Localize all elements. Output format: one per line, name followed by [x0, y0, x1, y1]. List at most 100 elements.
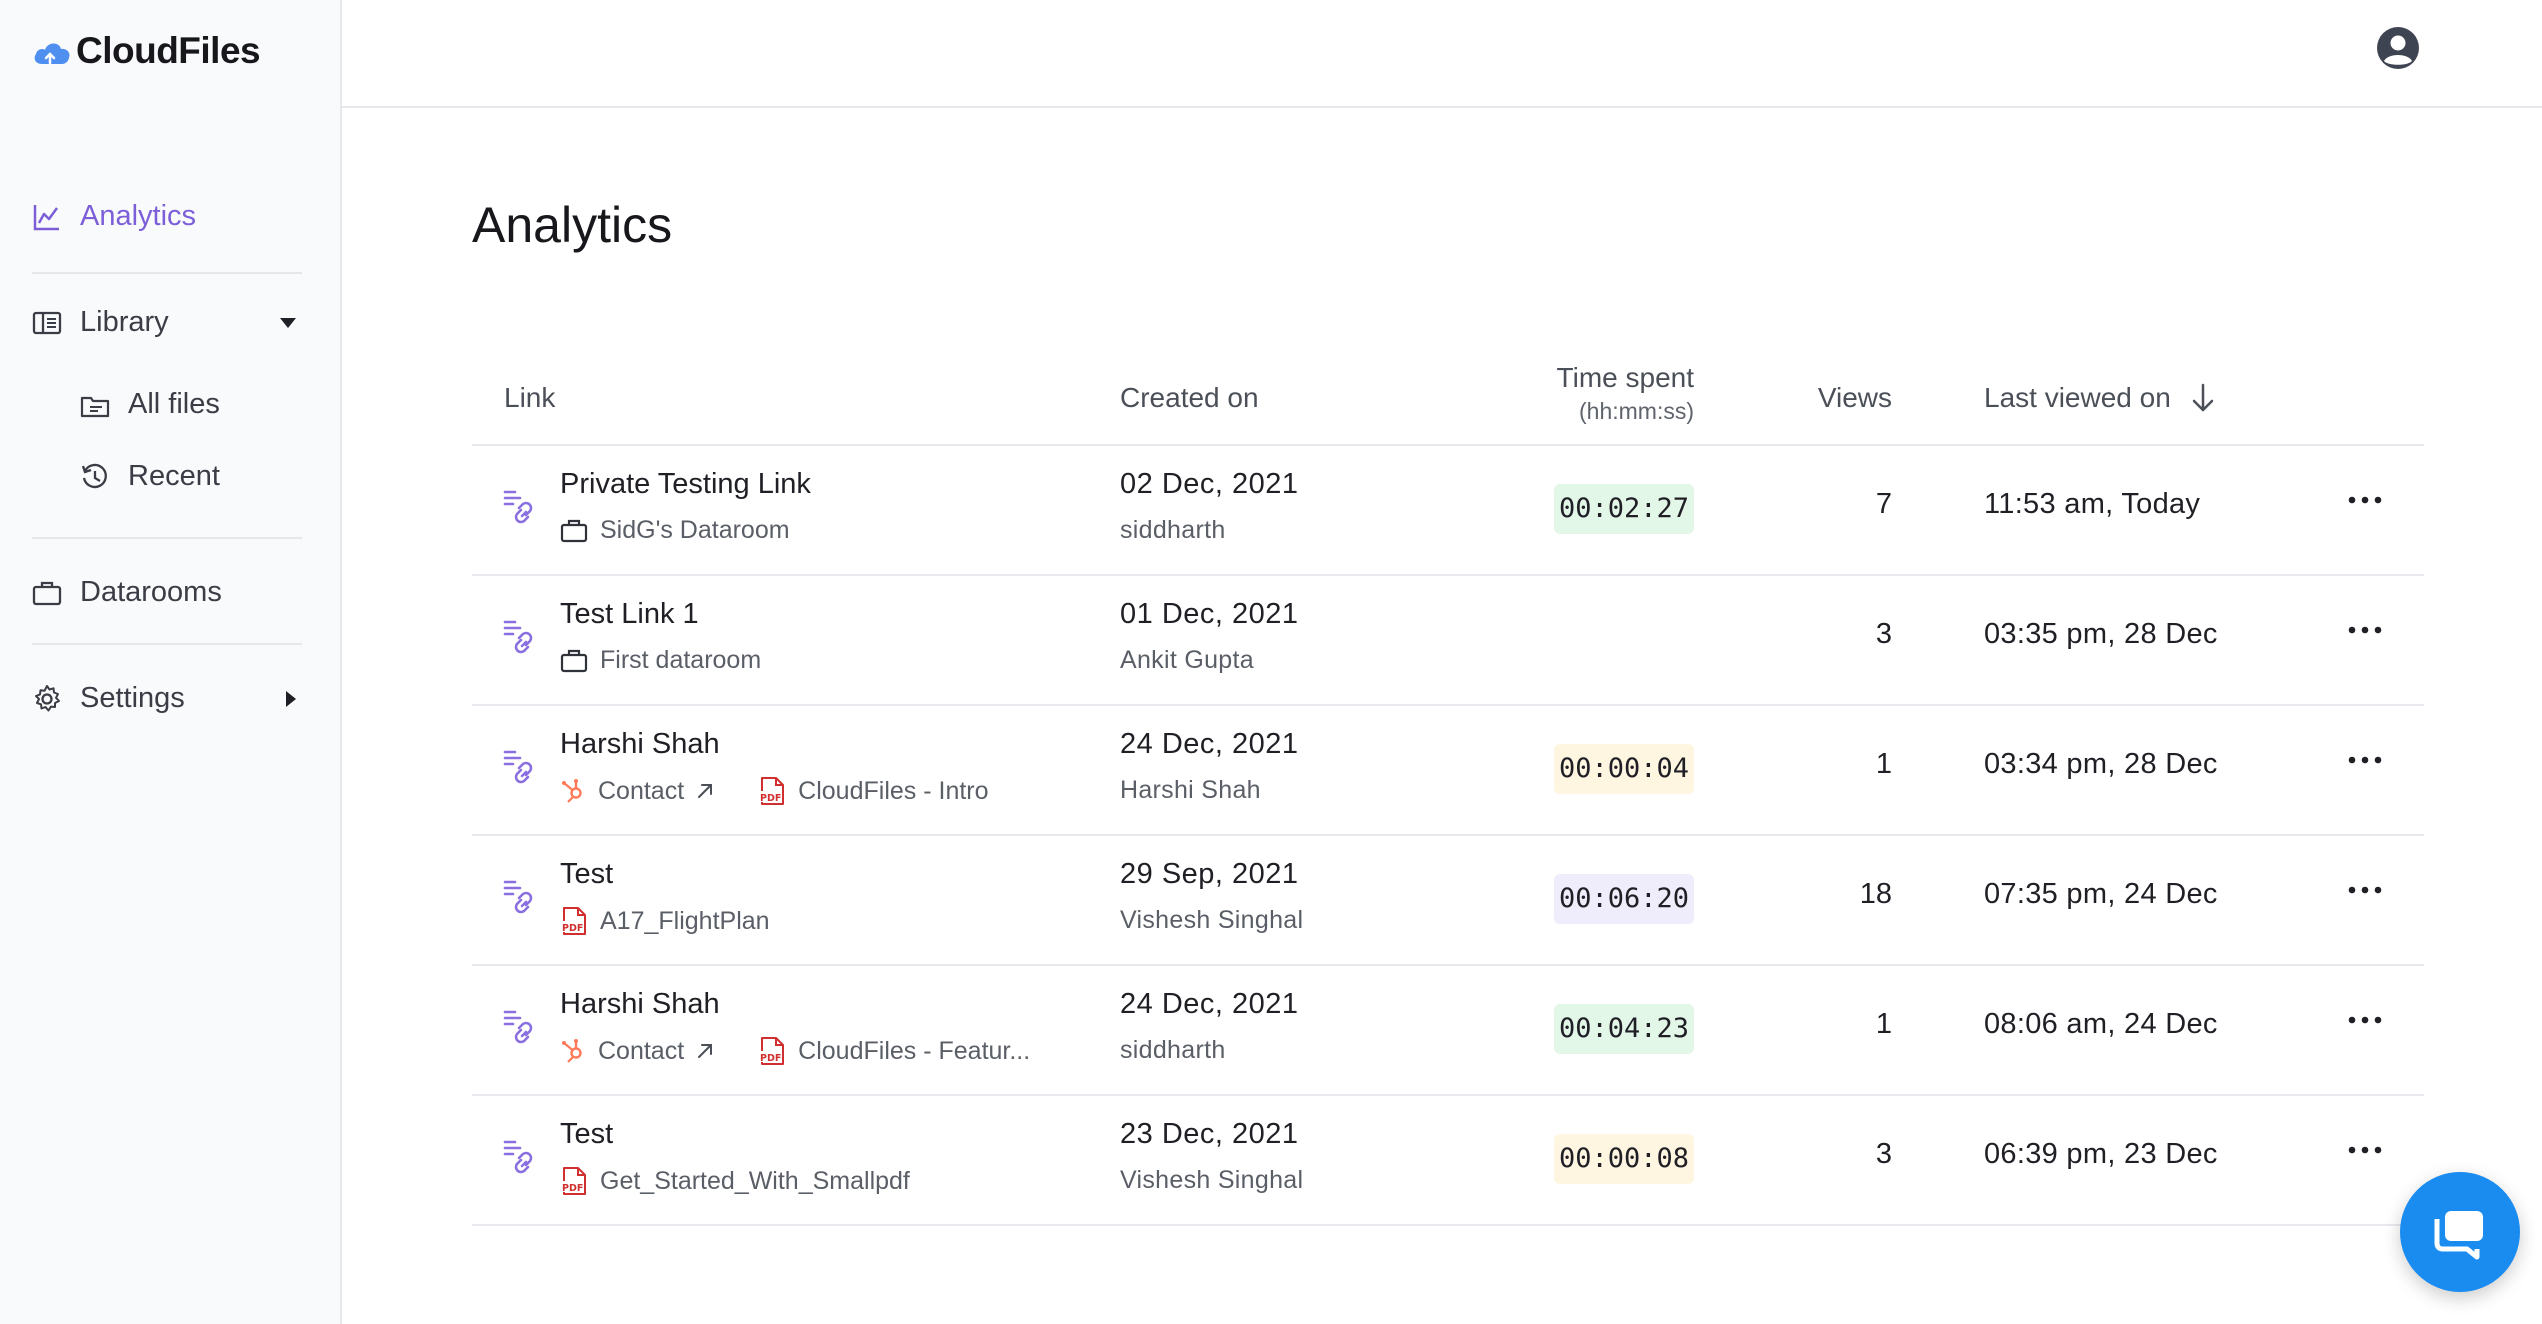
link-icon	[502, 1008, 542, 1053]
row-source[interactable]: Contact	[560, 1037, 714, 1066]
sidebar-item-datarooms[interactable]: Datarooms	[32, 576, 222, 609]
more-options-icon[interactable]	[2348, 622, 2382, 640]
created-by: siddharth	[1120, 1036, 1226, 1064]
row-file[interactable]: PDF CloudFiles - Featur...	[758, 1036, 1030, 1066]
caret-right-icon[interactable]	[284, 689, 298, 709]
table-row[interactable]: Test PDF A17_FlightPlan 29 Sep, 2021 Vishesh…	[472, 836, 2424, 966]
row-source[interactable]: SidG's Dataroom	[560, 516, 790, 545]
header-time-spent-unit: (hh:mm:ss)	[1579, 398, 1694, 424]
sidebar-item-library[interactable]: Library	[32, 306, 298, 339]
row-source-label: Contact	[598, 776, 685, 805]
time-spent-badge: 00:00:08	[1554, 1134, 1694, 1184]
link-name[interactable]: Private Testing Link	[560, 468, 811, 501]
chart-line-icon	[33, 204, 59, 230]
sidebar-item-settings[interactable]: Settings	[32, 682, 298, 715]
app-logo[interactable]: CloudFiles	[32, 30, 261, 72]
more-options-icon[interactable]	[2348, 1142, 2382, 1160]
link-details: PDF Get_Started_With_Smallpdf	[560, 1166, 910, 1196]
link-name[interactable]: Test	[560, 1118, 613, 1151]
pdf-icon: PDF	[758, 1036, 786, 1066]
link-icon	[502, 878, 542, 923]
more-options-icon[interactable]	[2348, 882, 2382, 900]
last-viewed: 03:34 pm, 28 Dec	[1984, 748, 2218, 780]
sidebar-item-label: Analytics	[80, 200, 197, 232]
sidebar-item-recent[interactable]: Recent	[80, 460, 220, 493]
created-date: 02 Dec, 2021	[1120, 468, 1299, 500]
views-count: 1	[1875, 748, 1892, 780]
pdf-icon: PDF	[758, 776, 786, 806]
row-source[interactable]: PDF A17_FlightPlan	[560, 906, 770, 936]
link-details: SidG's Dataroom	[560, 516, 790, 545]
sidebar-item-label: Settings	[80, 682, 185, 714]
created-by: siddharth	[1120, 516, 1226, 544]
link-icon	[502, 748, 542, 793]
svg-text:PDF: PDF	[562, 923, 583, 934]
sidebar-item-analytics[interactable]: Analytics	[32, 200, 196, 233]
user-avatar-icon[interactable]	[2376, 26, 2420, 70]
svg-text:PDF: PDF	[562, 1183, 583, 1194]
views-count: 3	[1875, 618, 1892, 650]
external-link-icon	[696, 1042, 714, 1060]
link-details: First dataroom	[560, 646, 761, 675]
created-date: 24 Dec, 2021	[1120, 728, 1299, 760]
row-source[interactable]: Contact	[560, 777, 714, 806]
header-time-spent[interactable]: Time spent (hh:mm:ss)	[1544, 362, 1694, 425]
app-name: CloudFiles	[76, 30, 261, 71]
table-row[interactable]: Test PDF Get_Started_With_Smallpdf 23 Dec, …	[472, 1096, 2424, 1226]
row-source-label: A17_FlightPlan	[600, 906, 770, 935]
sidebar-item-all-files[interactable]: All files	[80, 388, 220, 421]
last-viewed: 06:39 pm, 23 Dec	[1984, 1138, 2218, 1170]
link-name[interactable]: Harshi Shah	[560, 728, 720, 761]
created-date: 23 Dec, 2021	[1120, 1118, 1299, 1150]
more-options-icon[interactable]	[2348, 752, 2382, 770]
sidebar-item-label: Library	[80, 306, 169, 338]
link-name[interactable]: Test	[560, 858, 613, 891]
link-details: PDF A17_FlightPlan	[560, 906, 770, 936]
briefcase-icon	[560, 518, 588, 544]
folder-files-icon	[80, 396, 110, 417]
header-last-viewed-label: Last viewed on	[1984, 382, 2171, 413]
link-icon	[502, 618, 542, 663]
external-link-icon	[696, 782, 714, 800]
row-file[interactable]: PDF CloudFiles - Intro	[758, 776, 989, 806]
gear-icon	[35, 684, 60, 711]
row-source[interactable]: First dataroom	[560, 646, 761, 675]
sidebar-item-label: Recent	[128, 460, 220, 492]
created-by: Ankit Gupta	[1120, 646, 1254, 674]
book-icon	[32, 311, 62, 334]
header-last-viewed-on[interactable]: Last viewed on	[1984, 382, 2215, 414]
header-created-on[interactable]: Created on	[1120, 382, 1259, 414]
created-by: Vishesh Singhal	[1120, 906, 1304, 934]
top-bar	[342, 0, 2542, 108]
table-row[interactable]: Private Testing Link SidG's Dataroom 02 De…	[472, 446, 2424, 576]
table-body: Private Testing Link SidG's Dataroom 02 De…	[472, 446, 2424, 1226]
more-options-icon[interactable]	[2348, 1012, 2382, 1030]
table-row[interactable]: Test Link 1 First dataroom 01 Dec, 2021 Ank…	[472, 576, 2424, 706]
link-details: Contact PDF CloudFiles - Featur...	[560, 1036, 1030, 1066]
time-spent-badge: 00:06:20	[1554, 874, 1694, 924]
created-date: 29 Sep, 2021	[1120, 858, 1299, 890]
sidebar: CloudFiles Analytics Library All files R…	[0, 0, 342, 1324]
table-row[interactable]: Harshi Shah Contact PDF CloudFiles - Intro 2…	[472, 706, 2424, 836]
header-views[interactable]: Views	[1772, 382, 1892, 414]
table-row[interactable]: Harshi Shah Contact PDF CloudFiles - Featur…	[472, 966, 2424, 1096]
link-name[interactable]: Test Link 1	[560, 598, 699, 631]
more-options-icon[interactable]	[2348, 492, 2382, 510]
history-icon	[81, 463, 107, 488]
row-file-label: CloudFiles - Intro	[798, 776, 989, 805]
sidebar-item-label: Datarooms	[80, 576, 222, 608]
created-date: 24 Dec, 2021	[1120, 988, 1299, 1020]
link-icon	[502, 1138, 542, 1183]
caret-down-icon[interactable]	[278, 316, 298, 330]
row-source-label: SidG's Dataroom	[600, 516, 790, 544]
row-source[interactable]: PDF Get_Started_With_Smallpdf	[560, 1166, 910, 1196]
sidebar-item-label: All files	[128, 388, 220, 420]
sort-arrow-down-icon[interactable]	[2191, 383, 2215, 413]
time-spent-badge: 00:00:04	[1554, 744, 1694, 794]
chat-widget-button[interactable]	[2400, 1172, 2520, 1292]
link-name[interactable]: Harshi Shah	[560, 988, 720, 1021]
analytics-table: Link Created on Time spent (hh:mm:ss) Vi…	[472, 352, 2424, 1226]
views-count: 18	[1859, 878, 1892, 910]
last-viewed: 03:35 pm, 28 Dec	[1984, 618, 2218, 650]
link-details: Contact PDF CloudFiles - Intro	[560, 776, 989, 806]
